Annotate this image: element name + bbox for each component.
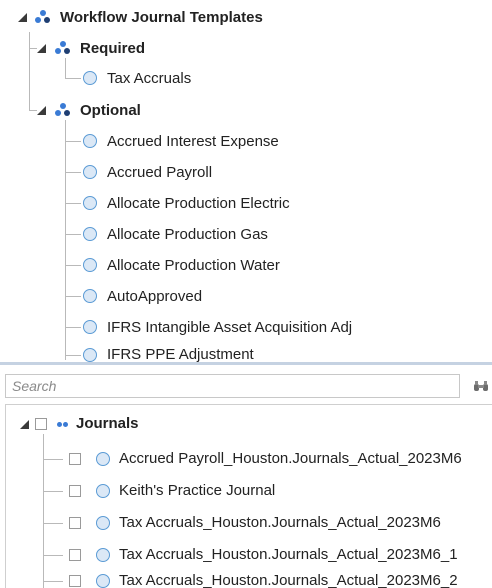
tree-connector: [43, 523, 63, 524]
journal-tree: Journals Accrued Payroll_Houston.Journal…: [0, 404, 492, 588]
template-tree: Workflow Journal Templates Required Tax …: [0, 0, 492, 362]
template-item[interactable]: Allocate Production Gas: [107, 226, 268, 244]
circle-node-icon: [83, 289, 97, 303]
checkbox-journals[interactable]: [35, 418, 47, 430]
template-item[interactable]: Tax Accruals: [107, 70, 191, 88]
tree-connector: [65, 58, 66, 78]
template-item[interactable]: Accrued Interest Expense: [107, 133, 279, 151]
template-item[interactable]: IFRS Intangible Asset Acquisition Adj: [107, 319, 352, 337]
group-dots-icon: [35, 10, 51, 24]
tree-connector: [65, 265, 81, 266]
tree-connector: [43, 434, 44, 588]
circle-node-icon: [96, 548, 110, 562]
circle-node-icon: [96, 516, 110, 530]
tree-connector: [65, 355, 81, 356]
template-item[interactable]: Accrued Payroll: [107, 164, 212, 182]
expand-required-icon[interactable]: [37, 44, 46, 53]
tree-connector: [65, 234, 81, 235]
pane-splitter[interactable]: [0, 362, 492, 365]
template-item[interactable]: IFRS PPE Adjustment: [107, 346, 254, 362]
circle-node-icon: [83, 227, 97, 241]
journal-item[interactable]: Tax Accruals_Houston.Journals_Actual_202…: [119, 546, 458, 564]
expand-journals-icon[interactable]: [20, 420, 29, 429]
tree-connector: [65, 327, 81, 328]
template-item[interactable]: AutoApproved: [107, 288, 202, 306]
tree-connector: [65, 296, 81, 297]
journal-checkbox[interactable]: [69, 549, 81, 561]
journal-checkbox[interactable]: [69, 453, 81, 465]
journal-item[interactable]: Tax Accruals_Houston.Journals_Actual_202…: [119, 514, 441, 532]
tree-connector: [65, 78, 81, 79]
tree-connector: [29, 48, 37, 49]
circle-node-icon: [83, 165, 97, 179]
circle-node-icon: [83, 196, 97, 210]
tree-connector: [43, 459, 63, 460]
circle-node-icon: [96, 574, 110, 588]
journal-checkbox[interactable]: [69, 485, 81, 497]
tree-connector: [29, 110, 37, 111]
template-item[interactable]: Allocate Production Water: [107, 257, 280, 275]
group-label-required[interactable]: Required: [80, 40, 145, 58]
group-dots-icon: [55, 103, 71, 117]
search-input[interactable]: [5, 374, 460, 398]
journals-root-label[interactable]: Journals: [76, 415, 139, 433]
journal-item[interactable]: Keith's Practice Journal: [119, 482, 275, 500]
tree-connector: [29, 32, 30, 111]
journal-item[interactable]: Tax Accruals_Houston.Journals_Actual_202…: [119, 572, 458, 588]
group-dots-icon: [55, 41, 71, 55]
journal-item[interactable]: Accrued Payroll_Houston.Journals_Actual_…: [119, 450, 462, 468]
tree-connector: [65, 203, 81, 204]
circle-node-icon: [83, 134, 97, 148]
tree-connector: [43, 491, 63, 492]
tree-connector: [65, 172, 81, 173]
circle-node-icon: [83, 71, 97, 85]
journal-checkbox[interactable]: [69, 575, 81, 587]
tree-connector: [65, 120, 66, 360]
expand-root-icon[interactable]: [18, 13, 27, 22]
circle-node-icon: [83, 258, 97, 272]
circle-node-icon: [83, 320, 97, 334]
circle-node-icon: [96, 484, 110, 498]
circle-node-icon: [83, 348, 97, 362]
tree-connector: [65, 141, 81, 142]
expand-optional-icon[interactable]: [37, 106, 46, 115]
circle-node-icon: [96, 452, 110, 466]
tree-root-label[interactable]: Workflow Journal Templates: [60, 9, 263, 27]
journals-dots-icon: [57, 422, 69, 428]
tree-connector: [43, 581, 63, 582]
tree-connector: [43, 555, 63, 556]
template-item[interactable]: Allocate Production Electric: [107, 195, 290, 213]
group-label-optional[interactable]: Optional: [80, 102, 141, 120]
journal-checkbox[interactable]: [69, 517, 81, 529]
binoculars-icon[interactable]: [473, 380, 489, 392]
